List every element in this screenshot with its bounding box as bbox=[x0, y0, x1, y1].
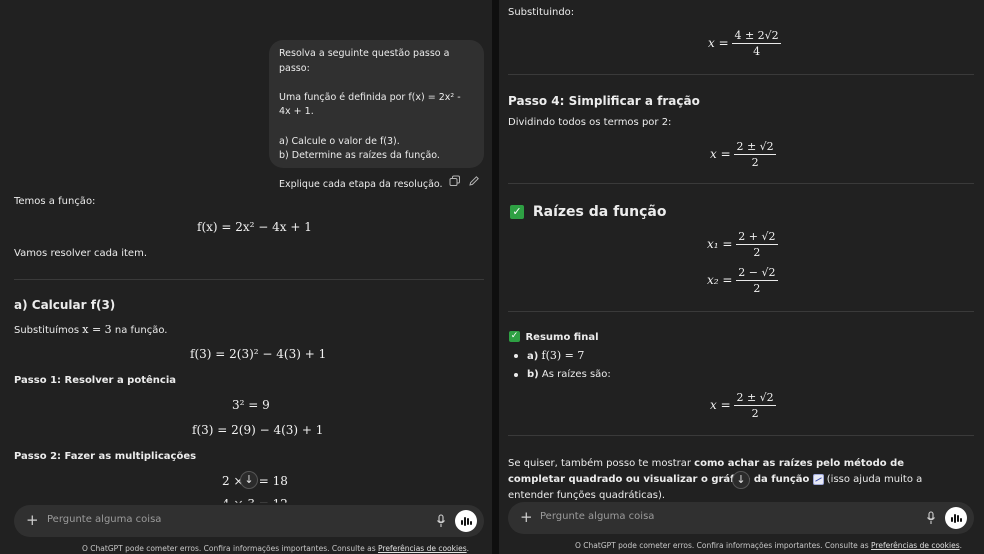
equation-lhs: x₁ = bbox=[707, 237, 733, 251]
substituindo-label: Substituindo: bbox=[508, 7, 575, 18]
user-message-line: Uma função é definida por f(x) = 2x² - 4… bbox=[279, 91, 461, 118]
substitution-prefix: Substituímos bbox=[14, 325, 80, 336]
summary-item-equation: f(3) = 7 bbox=[541, 349, 585, 362]
dividindo-text: Dividindo todos os termos por 2: bbox=[508, 117, 672, 128]
equation-lhs: x = bbox=[710, 398, 731, 412]
substitution-line: Substituímos x = 3 na função. bbox=[14, 323, 167, 336]
arrow-down-icon[interactable]: ↓ bbox=[240, 471, 258, 489]
root-x1: x₁ = 2 + √2 2 bbox=[707, 230, 778, 259]
fraction: 2 ± √2 2 bbox=[734, 140, 776, 169]
passo4-title: Passo 4: Simplificar a fração bbox=[508, 94, 700, 108]
divider bbox=[508, 74, 974, 75]
pencil-icon[interactable] bbox=[467, 175, 481, 189]
resumo-title: Resumo final bbox=[525, 331, 599, 343]
message-input-placeholder[interactable]: Pergunte alguma coisa bbox=[47, 514, 161, 525]
equation-f3-step: f(3) = 2(9) − 4(3) + 1 bbox=[192, 423, 324, 437]
resolve-text: Vamos resolver cada item. bbox=[14, 248, 148, 259]
divider bbox=[14, 279, 484, 280]
substitution-variable: x = 3 bbox=[82, 323, 112, 336]
divider bbox=[508, 183, 974, 184]
function-equation: f(x) = 2x² − 4x + 1 bbox=[197, 220, 312, 234]
message-input-placeholder[interactable]: Pergunte alguma coisa bbox=[540, 511, 654, 522]
fraction-denominator: 4 bbox=[753, 45, 761, 58]
disclaimer-footer: O ChatGPT pode cometer erros. Confira in… bbox=[575, 541, 962, 550]
voice-mode-icon[interactable] bbox=[455, 510, 477, 532]
left-chat-pane: Resolva a seguinte questão passo a passo… bbox=[0, 0, 492, 554]
raizes-heading: ✓ Raízes da função bbox=[510, 204, 666, 220]
message-input-bar[interactable]: + Pergunte alguma coisa bbox=[508, 502, 974, 534]
footer-end: . bbox=[959, 541, 962, 550]
summary-item-label: a) bbox=[527, 351, 539, 362]
summary-list: a) f(3) = 7 b) As raízes são: bbox=[509, 347, 611, 384]
fraction-denominator: 2 bbox=[753, 282, 761, 295]
chart-emoji bbox=[812, 473, 824, 485]
summary-item-a: a) f(3) = 7 bbox=[509, 347, 611, 366]
follow-up-offer: Se quiser, também posso te mostrar como … bbox=[508, 456, 948, 504]
right-chat-pane: Substituindo: x = 4 ± 2√2 4 Passo 4: Simp… bbox=[499, 0, 984, 554]
equation-power: 3² = 9 bbox=[232, 398, 270, 412]
footer-text: O ChatGPT pode cometer erros. Confira in… bbox=[575, 541, 869, 550]
divider bbox=[508, 311, 974, 312]
fraction-numerator: 2 − √2 bbox=[736, 266, 778, 281]
microphone-icon[interactable] bbox=[926, 511, 936, 525]
equation-lhs: x = bbox=[710, 147, 731, 161]
message-input-bar[interactable]: + Pergunte alguma coisa bbox=[14, 505, 484, 537]
passo2-title: Passo 2: Fazer as multiplicações bbox=[14, 451, 197, 462]
raizes-title: Raízes da função bbox=[532, 204, 667, 220]
offer-text: Se quiser, também posso te mostrar bbox=[508, 458, 691, 469]
fraction: 4 ± 2√2 4 bbox=[732, 29, 781, 58]
equation-x-simplified: x = 2 ± √2 2 bbox=[710, 140, 776, 169]
resumo-heading: ✓ Resumo final bbox=[509, 331, 599, 343]
cookie-preferences-link[interactable]: Preferências de cookies bbox=[378, 544, 467, 553]
fraction: 2 + √2 2 bbox=[736, 230, 778, 259]
plus-icon[interactable]: + bbox=[26, 512, 39, 528]
footer-text: O ChatGPT pode cometer erros. Confira in… bbox=[82, 544, 376, 553]
check-mark-emoji: ✓ bbox=[509, 331, 520, 342]
fraction-denominator: 2 bbox=[751, 407, 759, 420]
microphone-icon[interactable] bbox=[436, 514, 446, 528]
fraction-denominator: 2 bbox=[751, 156, 759, 169]
summary-item-text: As raízes são: bbox=[541, 369, 611, 380]
substitution-suffix: na função. bbox=[114, 325, 168, 336]
user-message-line: Explique cada etapa da resolução. bbox=[279, 179, 443, 191]
root-x2: x₂ = 2 − √2 2 bbox=[707, 266, 778, 295]
user-message-line: Resolva a seguinte questão passo a passo… bbox=[279, 48, 450, 74]
equation-f3: f(3) = 2(3)² − 4(3) + 1 bbox=[190, 347, 327, 361]
equation-x-final: x = 2 ± √2 2 bbox=[710, 391, 776, 420]
fraction-numerator: 2 ± √2 bbox=[734, 391, 776, 406]
fraction-denominator: 2 bbox=[753, 246, 761, 259]
cookie-preferences-link[interactable]: Preferências de cookies bbox=[871, 541, 960, 550]
intro-text: Temos a função: bbox=[14, 196, 96, 207]
fraction-numerator: 4 ± 2√2 bbox=[732, 29, 781, 44]
fraction: 2 ± √2 2 bbox=[734, 391, 776, 420]
fraction-numerator: 2 ± √2 bbox=[734, 140, 776, 155]
user-message-line: a) Calcule o valor de f(3). bbox=[279, 135, 400, 147]
footer-end: . bbox=[466, 544, 469, 553]
user-message-line: b) Determine as raízes da função. bbox=[279, 150, 440, 162]
section-a-title: a) Calcular f(3) bbox=[14, 298, 116, 312]
equation-x-substituted: x = 4 ± 2√2 4 bbox=[708, 29, 781, 58]
voice-mode-icon[interactable] bbox=[945, 507, 967, 529]
equation-lhs: x₂ = bbox=[707, 273, 733, 287]
equation-lhs: x = bbox=[708, 36, 729, 50]
disclaimer-footer: O ChatGPT pode cometer erros. Confira in… bbox=[82, 544, 469, 553]
fraction: 2 − √2 2 bbox=[736, 266, 778, 295]
plus-icon[interactable]: + bbox=[520, 509, 533, 525]
summary-item-b: b) As raízes são: bbox=[509, 366, 611, 384]
copy-icon[interactable] bbox=[448, 175, 462, 189]
arrow-down-icon[interactable]: ↓ bbox=[732, 471, 750, 489]
pane-divider bbox=[492, 0, 499, 554]
summary-item-label: b) bbox=[527, 369, 539, 380]
passo1-title: Passo 1: Resolver a potência bbox=[14, 375, 176, 386]
fraction-numerator: 2 + √2 bbox=[736, 230, 778, 245]
divider bbox=[508, 435, 974, 436]
user-message-bubble: Resolva a seguinte questão passo a passo… bbox=[269, 40, 484, 190]
check-mark-emoji: ✓ bbox=[510, 205, 524, 219]
